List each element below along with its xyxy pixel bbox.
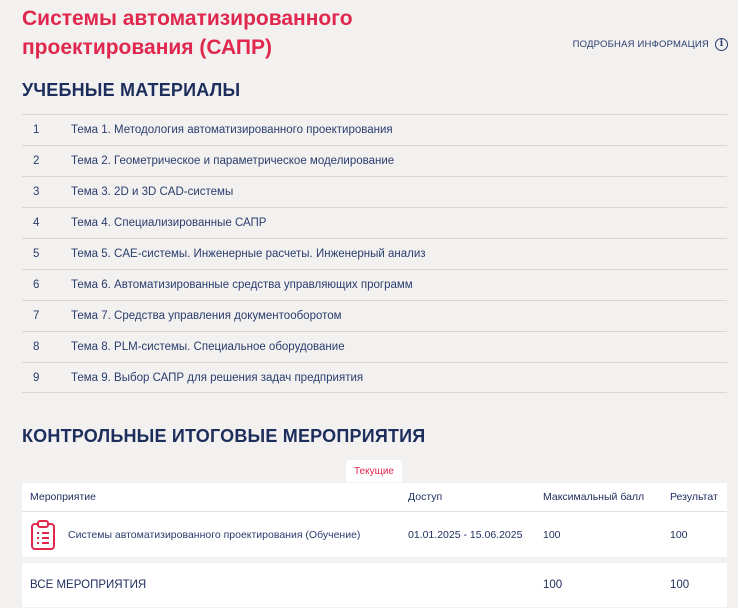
- topic-number: 6: [33, 279, 40, 291]
- course-title: Системы автоматизированного проектирован…: [22, 7, 353, 59]
- topic-number: 3: [33, 186, 40, 198]
- event-max-score: 100: [543, 511, 670, 563]
- event-name-link[interactable]: Системы автоматизированного проектирован…: [68, 529, 360, 541]
- more-info-label: ПОДРОБНАЯ ИНФОРМАЦИЯ: [572, 39, 709, 50]
- topic-number: 2: [33, 155, 40, 167]
- total-max-score: 100: [543, 579, 563, 591]
- materials-heading: УЧЕБНЫЕ МАТЕРИАЛЫ: [22, 80, 241, 100]
- events-heading: КОНТРОЛЬНЫЕ ИТОГОВЫЕ МЕРОПРИЯТИЯ: [22, 426, 426, 446]
- topic-row: 8 Тема 8. PLM-системы. Специальное обору…: [22, 331, 727, 362]
- topic-row: 5 Тема 5. CAE-системы. Инженерные расчет…: [22, 238, 727, 269]
- more-info-link[interactable]: ПОДРОБНАЯ ИНФОРМАЦИЯ i: [573, 38, 728, 51]
- topic-row: 6 Тема 6. Автоматизированные средства уп…: [22, 269, 727, 300]
- topic-number: 5: [33, 248, 40, 260]
- topic-number: 7: [33, 310, 40, 322]
- topic-link[interactable]: Тема 1. Методология автоматизированного …: [71, 124, 393, 136]
- event-access: 01.01.2025 - 15.06.2025: [408, 511, 543, 563]
- topic-link[interactable]: Тема 3. 2D и 3D CAD-системы: [71, 186, 233, 198]
- topic-row: 7 Тема 7. Средства управления документоо…: [22, 300, 727, 331]
- topic-number: 8: [33, 341, 40, 353]
- topic-number: 1: [33, 124, 40, 136]
- topic-link[interactable]: Тема 6. Автоматизированные средства упра…: [71, 279, 413, 291]
- topic-row: 1 Тема 1. Методология автоматизированног…: [22, 114, 727, 145]
- topic-link[interactable]: Тема 5. CAE-системы. Инженерные расчеты.…: [71, 248, 426, 260]
- total-result: 100: [670, 579, 690, 591]
- topic-link[interactable]: Тема 9. Выбор САПР для решения задач пре…: [71, 372, 363, 384]
- table-row: Системы автоматизированного проектирован…: [22, 511, 727, 563]
- column-header-access: Доступ: [408, 483, 543, 512]
- clipboard-checklist-icon: [31, 519, 55, 550]
- table-header-row: Мероприятие Доступ Максимальный балл Рез…: [22, 483, 727, 512]
- topic-link[interactable]: Тема 8. PLM-системы. Специальное оборудо…: [71, 341, 345, 353]
- topic-number: 4: [33, 217, 40, 229]
- topic-row: 4 Тема 4. Специализированные САПР: [22, 207, 727, 238]
- tab-current[interactable]: Текущие: [346, 460, 402, 482]
- events-table: Мероприятие Доступ Максимальный балл Рез…: [22, 483, 727, 607]
- topic-row: 3 Тема 3. 2D и 3D CAD-системы: [22, 176, 727, 207]
- topic-link[interactable]: Тема 4. Специализированные САПР: [71, 217, 266, 229]
- topic-number: 9: [33, 371, 40, 384]
- info-icon: i: [715, 38, 728, 51]
- topic-row: 9 Тема 9. Выбор САПР для решения задач п…: [22, 362, 727, 393]
- total-label: ВСЕ МЕРОПРИЯТИЯ: [30, 579, 147, 591]
- column-header-max-score: Максимальный балл: [543, 483, 670, 512]
- column-header-result: Результат: [670, 483, 727, 512]
- event-result: 100: [670, 511, 727, 563]
- topic-link[interactable]: Тема 7. Средства управления документообо…: [71, 310, 342, 322]
- topics-list: 1 Тема 1. Методология автоматизированног…: [22, 114, 727, 393]
- total-row: ВСЕ МЕРОПРИЯТИЯ 100 100: [22, 560, 727, 607]
- topic-link[interactable]: Тема 2. Геометрическое и параметрическое…: [71, 155, 394, 167]
- column-header-event: Мероприятие: [22, 483, 408, 512]
- topic-row: 2 Тема 2. Геометрическое и параметрическ…: [22, 145, 727, 176]
